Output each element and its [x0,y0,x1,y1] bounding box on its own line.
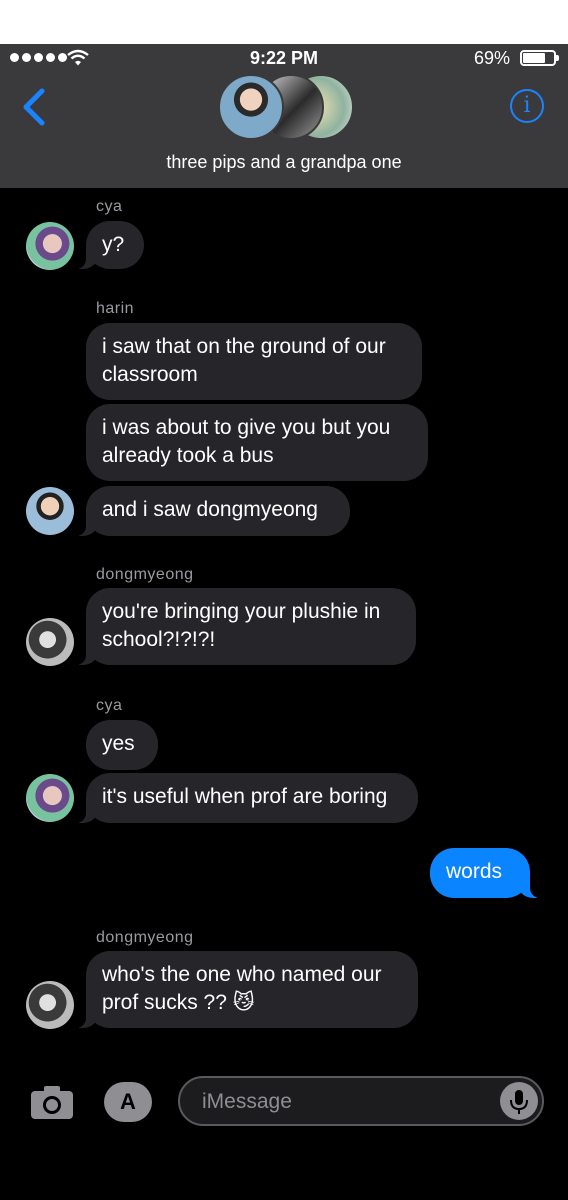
group-avatar-1 [218,74,284,140]
message-text: words [446,860,503,883]
message-text: you're bringing your plushie in school?!… [102,600,381,651]
message-text: i saw that on the ground of our classroo… [102,335,386,386]
imessage-input[interactable] [200,1086,494,1118]
message-bubble[interactable]: i saw that on the ground of our classroo… [86,323,422,400]
group-name[interactable]: three pips and a grandpa one [0,152,568,173]
message-input-bar: A [0,1062,568,1200]
imessage-field[interactable] [178,1076,544,1126]
status-bar: 9:22 PM 69% [0,44,568,74]
avatar[interactable] [26,618,74,666]
info-icon[interactable]: i [510,89,544,123]
sender-name: cya [96,697,123,714]
sender-name: dongmyeong [96,566,194,583]
top-band [0,0,568,44]
avatar[interactable] [26,487,74,535]
avatar[interactable] [26,981,74,1029]
message-text: it's useful when prof are boring [102,785,388,808]
message-bubble[interactable]: yes [86,720,158,770]
message-text: and i saw dongmyeong [102,498,318,521]
battery-percentage: 69% [473,48,510,68]
avatar[interactable] [26,774,74,822]
sender-name: harin [96,300,135,317]
message-bubble[interactable]: and i saw dongmyeong [74,486,350,536]
microphone-icon[interactable] [500,1082,538,1120]
sender-name: cya [96,198,123,215]
message-bubble[interactable]: y? [74,221,144,269]
sent-message-bubble[interactable]: words [430,848,542,898]
message-bubble[interactable]: i was about to give you but you already … [86,404,428,481]
camera-icon[interactable] [30,1084,74,1120]
chevron-left-icon[interactable] [20,88,46,126]
message-text: yes [102,732,135,755]
battery-icon [520,50,559,66]
conversation-header: 9:22 PM 69% i three pips and a grandpa o… [0,44,568,188]
message-bubble[interactable]: who's the one who named our prof sucks ?… [74,951,418,1028]
message-text: y? [102,233,125,256]
message-bubble[interactable]: it's useful when prof are boring [74,773,418,823]
message-bubble[interactable]: you're bringing your plushie in school?!… [74,588,416,665]
avatar[interactable] [26,222,74,270]
message-text: i was about to give you but you already … [102,416,391,467]
group-avatars[interactable] [218,74,354,140]
message-text: who's the one who named our prof sucks ?… [102,963,382,1014]
sender-name: dongmyeong [96,929,194,946]
app-store-icon[interactable]: A [104,1082,152,1122]
